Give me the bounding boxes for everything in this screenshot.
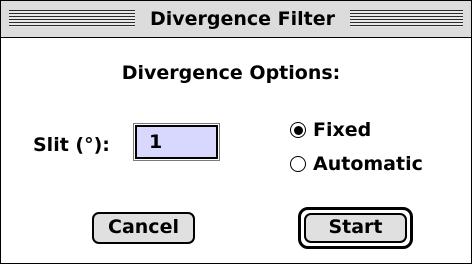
slit-input[interactable] [133, 123, 220, 161]
title-bar-stripes-left [9, 10, 135, 27]
slit-label: Slit (°): [33, 134, 110, 156]
title-bar[interactable]: Divergence Filter [1, 1, 471, 38]
radio-fixed-label: Fixed [313, 119, 372, 141]
title-bar-stripes-right [350, 10, 463, 27]
divergence-filter-window: Divergence Filter Divergence Options: Sl… [0, 0, 472, 264]
options-heading: Divergence Options: [121, 62, 341, 84]
radio-button-unselected-icon[interactable] [290, 156, 306, 172]
start-button-default-ring[interactable]: Start [298, 207, 413, 249]
radio-button-selected-icon[interactable] [290, 122, 306, 138]
cancel-button[interactable]: Cancel [92, 212, 195, 244]
radio-automatic[interactable]: Automatic [290, 153, 423, 175]
start-button[interactable]: Start [304, 213, 407, 243]
window-title: Divergence Filter [135, 7, 350, 31]
radio-fixed[interactable]: Fixed [290, 119, 371, 141]
radio-automatic-label: Automatic [313, 153, 423, 175]
